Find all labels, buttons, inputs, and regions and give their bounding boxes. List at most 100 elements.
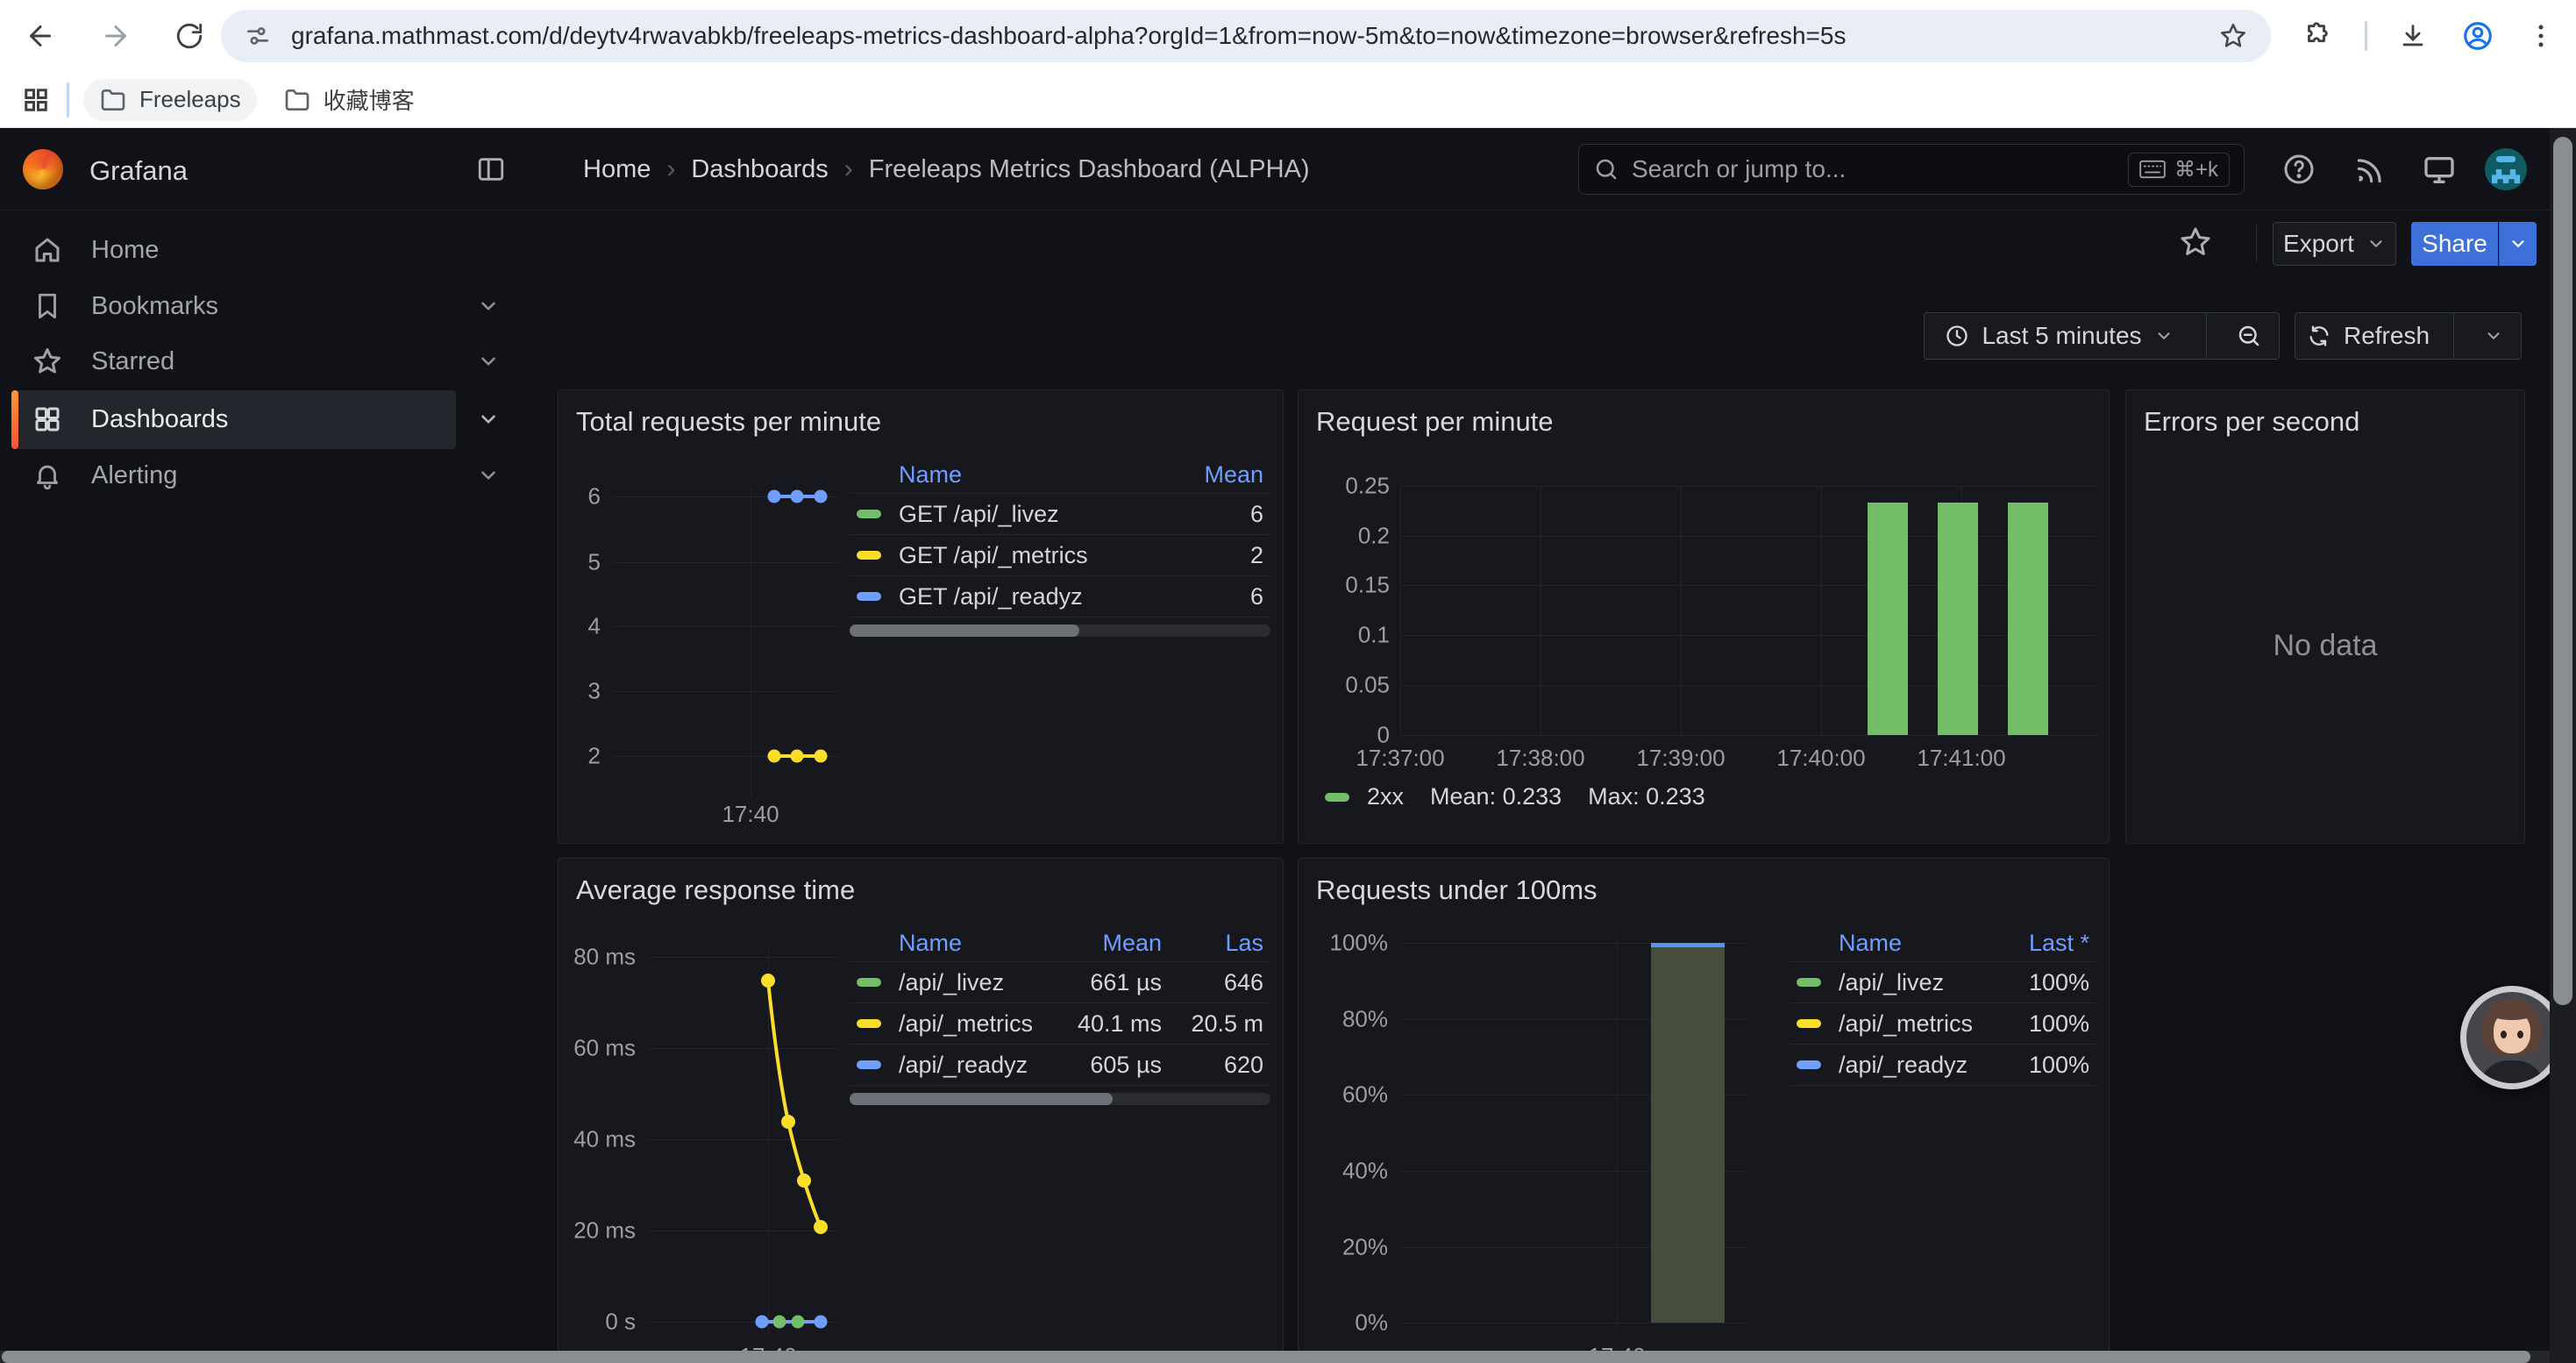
vertical-scrollbar-thumb[interactable] [2553,137,2572,1005]
time-range-picker[interactable]: Last 5 minutes [1925,313,2194,359]
y-tick: 20% [1311,1234,1388,1261]
reload-icon[interactable] [170,17,209,55]
legend-col-name[interactable]: Name [899,930,1039,957]
grafana-logo[interactable] [23,149,63,189]
bar-2xx [2008,503,2048,735]
bell-icon [32,460,63,491]
legend-row[interactable]: /api/_metrics 100% [1790,1003,2096,1045]
legend-row[interactable]: GET /api/_metrics 2 [850,535,1270,576]
horizontal-scrollbar-thumb[interactable] [2,1351,2530,1363]
extensions-icon[interactable] [2297,17,2336,55]
favorite-star-icon[interactable] [2178,225,2213,260]
bookmark-icon [32,290,63,322]
download-icon[interactable] [2394,17,2432,55]
series-chip-yellow [1797,1019,1821,1028]
url-bar[interactable]: grafana.mathmast.com/d/deytv4rwavabkb/fr… [221,10,2271,62]
panel-total-requests[interactable]: Total requests per minute 6 5 4 3 2 17:4… [558,389,1284,844]
breadcrumb-dashboards[interactable]: Dashboards [691,155,828,184]
x-tick: 17:37:00 [1356,745,1444,772]
forward-icon[interactable] [96,17,135,55]
y-tick: 3 [571,678,601,705]
toolbar-divider [2365,21,2367,51]
legend-scrollbar[interactable] [850,624,1270,637]
legend-row[interactable]: /api/_readyz 100% [1790,1045,2096,1086]
legend-inline[interactable]: 2xx Mean: 0.233 Max: 0.233 [1325,783,1705,810]
series-chip-yellow [857,551,881,560]
chevron-down-icon [2366,234,2386,253]
panel-requests-under-100ms[interactable]: Requests under 100ms 100% 80% 60% 40% 20… [1298,858,2110,1363]
site-settings-icon[interactable] [244,22,272,50]
folder-icon [99,86,127,114]
help-icon[interactable] [2281,152,2316,187]
back-icon[interactable] [21,17,60,55]
legend-row[interactable]: GET /api/_livez 6 [850,494,1270,535]
y-tick: 40% [1311,1158,1388,1185]
apps-grid-icon[interactable] [23,87,49,113]
legend-row[interactable]: /api/_readyz 605 µs 620 [850,1045,1270,1086]
panel-avg-response-time[interactable]: Average response time 80 ms 60 ms 40 ms … [558,858,1284,1363]
horizontal-scrollbar-track[interactable] [0,1351,2550,1363]
refresh-group: Refresh [2295,312,2522,360]
sidebar-item-bookmarks[interactable]: Bookmarks [0,278,526,334]
legend-row[interactable]: GET /api/_readyz 6 [850,576,1270,617]
legend-scrollbar[interactable] [850,1093,1270,1105]
legend-row[interactable]: /api/_livez 100% [1790,962,2096,1003]
refresh-interval-dropdown[interactable] [2466,313,2521,359]
profile-icon[interactable] [2459,17,2497,55]
bookmark-folder-freeleaps[interactable]: Freeleaps [83,79,257,121]
y-tick: 5 [571,549,601,576]
chevron-down-icon[interactable] [477,464,500,487]
news-rss-icon[interactable] [2353,153,2387,187]
bar-2xx [1938,503,1978,735]
panel-request-per-minute[interactable]: Request per minute 0.25 0.2 0.15 0.1 0.0… [1298,389,2110,844]
search-input[interactable] [1632,155,2116,183]
chevron-down-icon [2508,234,2528,253]
panel-errors-per-second[interactable]: Errors per second No data [2125,389,2525,844]
legend-col-last[interactable]: Last * [1993,930,2089,957]
y-tick: 2 [571,743,601,770]
refresh-button[interactable]: Refresh [2295,313,2441,359]
sidebar-item-dashboards[interactable]: Dashboards [0,391,526,447]
legend-col-last[interactable]: Las [1179,930,1263,957]
sidebar-item-home[interactable]: Home [0,222,526,278]
zoom-out-button[interactable] [2219,313,2279,359]
sidebar: Home Bookmarks Starred Dashboards [0,211,526,1363]
series-chip-green [1325,793,1349,802]
search-box[interactable]: ⌘+k [1578,144,2245,195]
y-tick: 80% [1311,1006,1388,1033]
dock-sidebar-icon[interactable] [476,154,506,184]
chevron-down-icon[interactable] [477,350,500,373]
floating-assistant-avatar[interactable] [2460,986,2564,1089]
legend-row[interactable]: /api/_livez 661 µs 646 [850,962,1270,1003]
panel-title: Total requests per minute [576,406,881,438]
sidebar-item-label: Alerting [91,461,177,490]
legend-col-name[interactable]: Name [899,461,1167,489]
keyboard-icon [2139,160,2166,179]
share-button[interactable]: Share [2411,222,2498,266]
bookmarks-bar: Freeleaps 收藏博客 [0,72,2576,128]
legend-row[interactable]: /api/_metrics 40.1 ms 20.5 m [850,1003,1270,1045]
sidebar-item-alerting[interactable]: Alerting [0,447,526,503]
menu-dots-icon[interactable] [2522,17,2560,55]
sidebar-item-starred[interactable]: Starred [0,333,526,389]
chevron-down-icon[interactable] [477,295,500,318]
bookmark-star-icon[interactable] [2218,21,2248,51]
share-dropdown-button[interactable] [2499,222,2537,266]
chevron-down-icon[interactable] [477,408,500,431]
home-icon [32,234,63,266]
url-text[interactable]: grafana.mathmast.com/d/deytv4rwavabkb/fr… [291,22,2218,50]
series-chip-yellow [857,1019,881,1028]
series-chip-blue [857,592,881,601]
bar-2xx [1868,503,1908,735]
export-button[interactable]: Export [2273,222,2396,266]
y-tick: 0.15 [1316,572,1390,599]
legend-col-mean[interactable]: Mean [1185,461,1263,489]
monitor-icon[interactable] [2422,153,2457,188]
breadcrumb-home[interactable]: Home [583,155,651,184]
legend-col-name[interactable]: Name [1839,930,1975,957]
legend-col-mean[interactable]: Mean [1057,930,1162,957]
user-avatar[interactable] [2485,148,2527,190]
bookmark-folder-blogs[interactable]: 收藏博客 [267,76,431,123]
series-chip-blue [857,1060,881,1069]
x-tick: 17:40:00 [1776,745,1865,772]
